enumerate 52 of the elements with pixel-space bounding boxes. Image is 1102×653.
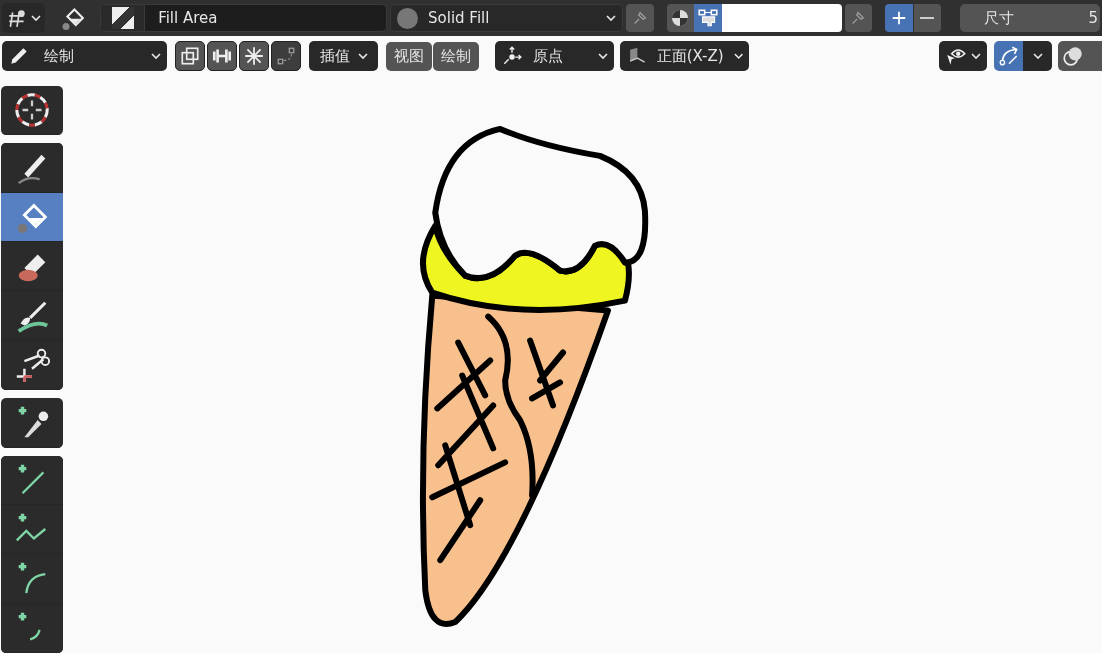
dotted-link-icon: [275, 45, 297, 67]
orientation-dropdown[interactable]: 正面(X-Z): [620, 41, 749, 71]
shading-ball-icon: [670, 8, 691, 28]
minus-icon: [920, 17, 935, 19]
editor-type-button[interactable]: [2, 3, 45, 33]
layers-icon: [179, 45, 201, 67]
size-value: 5: [1088, 7, 1098, 29]
pivot-dropdown[interactable]: 原点: [495, 41, 614, 71]
caret-icon: [357, 52, 368, 60]
toggle-button[interactable]: [271, 41, 301, 71]
color-field[interactable]: [721, 4, 842, 32]
caret-icon: [733, 52, 743, 60]
brush-field[interactable]: Fill Area: [100, 4, 388, 32]
tool-button[interactable]: [1, 455, 63, 505]
overlay-button[interactable]: [1058, 41, 1102, 71]
material-swatch-icon: [397, 7, 419, 29]
cursor-icon: [13, 91, 51, 130]
overlapping-circles-icon: [1062, 45, 1084, 67]
curve-arrow-icon: [997, 45, 1020, 67]
material-dropdown[interactable]: Solid Fill: [390, 4, 624, 32]
size-label: 尺寸: [984, 7, 1015, 29]
visibility-dropdown[interactable]: [939, 41, 987, 71]
tool-button[interactable]: [1, 143, 63, 193]
caret-icon: [151, 52, 161, 60]
caret-icon: [31, 14, 41, 22]
caret-icon: [606, 14, 617, 22]
toggle-button[interactable]: [207, 41, 237, 71]
add-button[interactable]: [885, 4, 913, 32]
caret-icon: [1032, 52, 1043, 60]
toggle-button[interactable]: [239, 41, 269, 71]
mode-dropdown[interactable]: 绘制: [2, 41, 167, 71]
gizmo-dropdown[interactable]: [1023, 41, 1052, 71]
material-mode-button[interactable]: [666, 4, 695, 32]
size-field[interactable]: 尺寸 5: [960, 4, 1100, 32]
subtract-button[interactable]: [913, 4, 941, 32]
toggle-button[interactable]: [175, 41, 205, 71]
vertex-color-mode-button[interactable]: [694, 4, 722, 32]
brush-name: Fill Area: [157, 7, 218, 29]
pencil-icon: [8, 45, 30, 67]
snowflake-icon: [243, 45, 265, 67]
menu-button[interactable]: 绘制: [433, 41, 479, 71]
pin-button[interactable]: [844, 4, 872, 32]
pivot-icon: [501, 45, 523, 67]
pin-button[interactable]: [626, 4, 654, 32]
tool-button[interactable]: [1, 192, 63, 243]
interpolate-dropdown[interactable]: 插值: [309, 41, 378, 71]
gizmo-toggle-button[interactable]: [994, 41, 1023, 71]
caret-icon: [971, 52, 981, 60]
caret-icon: [598, 52, 608, 60]
brush-preview-icon: [111, 7, 134, 29]
paint-drip-icon: [696, 7, 719, 29]
menu-button[interactable]: 视图: [386, 41, 432, 71]
